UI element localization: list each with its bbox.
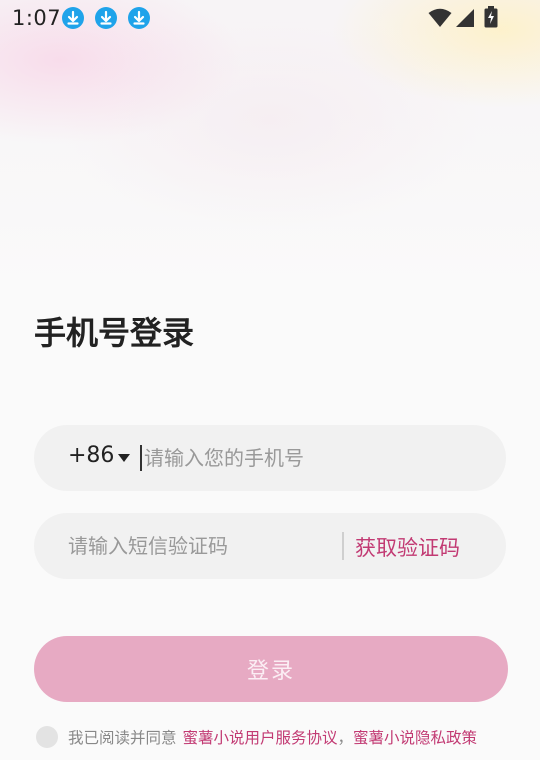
battery-charging-icon bbox=[484, 6, 498, 28]
agreement-separator: ， bbox=[337, 729, 354, 747]
text-cursor bbox=[140, 445, 142, 471]
agreement-row: 我已阅读并同意 蜜薯小说用户服务协议 ， 蜜薯小说隐私政策 bbox=[36, 724, 477, 750]
agreement-text: 我已阅读并同意 bbox=[68, 729, 177, 747]
download-icon bbox=[95, 7, 117, 29]
divider bbox=[342, 532, 344, 560]
phone-input[interactable] bbox=[144, 425, 484, 491]
phone-field: +86 bbox=[34, 425, 506, 491]
status-time: 1:07 bbox=[12, 6, 62, 30]
country-code-selector[interactable]: +86 bbox=[68, 443, 114, 468]
page-title: 手机号登录 bbox=[34, 314, 195, 352]
privacy-policy-link[interactable]: 蜜薯小说隐私政策 bbox=[353, 726, 477, 748]
sms-code-input[interactable] bbox=[68, 513, 338, 579]
caret-down-icon[interactable] bbox=[118, 454, 130, 462]
download-icon bbox=[62, 7, 84, 29]
service-agreement-link[interactable]: 蜜薯小说用户服务协议 bbox=[183, 726, 338, 748]
download-icon bbox=[128, 7, 150, 29]
wifi-icon bbox=[428, 8, 452, 27]
status-bar: 1:07 bbox=[0, 0, 540, 38]
sms-code-field: 获取验证码 bbox=[34, 513, 506, 579]
cellular-signal-icon bbox=[456, 9, 474, 27]
get-code-button[interactable]: 获取验证码 bbox=[355, 532, 460, 562]
login-button[interactable]: 登录 bbox=[34, 636, 508, 702]
agreement-checkbox[interactable] bbox=[36, 726, 58, 748]
